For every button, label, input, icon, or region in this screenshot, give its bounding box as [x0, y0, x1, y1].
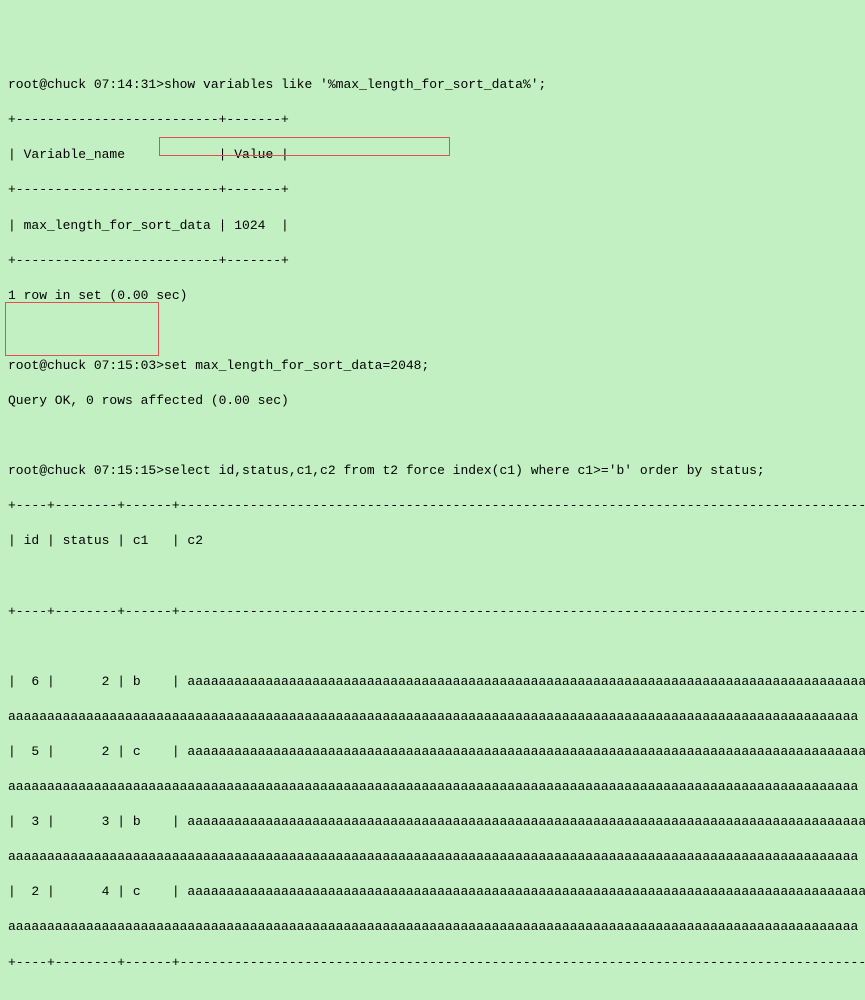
terminal-line: root@chuck 07:14:31>show variables like … [8, 76, 857, 94]
terminal-line: root@chuck 07:15:03>set max_length_for_s… [8, 357, 857, 375]
table-row-wrap: aaaaaaaaaaaaaaaaaaaaaaaaaaaaaaaaaaaaaaaa… [8, 848, 857, 866]
blank-line [8, 322, 857, 340]
table-row: | 3 | 3 | b | aaaaaaaaaaaaaaaaaaaaaaaaaa… [8, 813, 857, 831]
command: show variables like '%max_length_for_sor… [164, 77, 546, 92]
prompt: root@chuck 07:14:31> [8, 77, 164, 92]
blank-line [8, 427, 857, 445]
table-border: +--------------------------+-------+ [8, 252, 857, 270]
table-row: | 6 | 2 | b | aaaaaaaaaaaaaaaaaaaaaaaaaa… [8, 673, 857, 691]
table-header: | Variable_name | Value | [8, 146, 857, 164]
table-border: +--------------------------+-------+ [8, 111, 857, 129]
result-summary: 1 row in set (0.00 sec) [8, 287, 857, 305]
command: select id,status,c1,c2 from t2 force ind… [164, 463, 765, 478]
table-row: | max_length_for_sort_data | 1024 | [8, 217, 857, 235]
table-row: | 2 | 4 | c | aaaaaaaaaaaaaaaaaaaaaaaaaa… [8, 883, 857, 901]
table-header: | id | status | c1 | c2 [8, 532, 857, 550]
table-border: +----+--------+------+------------------… [8, 603, 857, 621]
table-row-wrap: aaaaaaaaaaaaaaaaaaaaaaaaaaaaaaaaaaaaaaaa… [8, 778, 857, 796]
prompt: root@chuck 07:15:03> [8, 358, 164, 373]
table-row: | 5 | 2 | c | aaaaaaaaaaaaaaaaaaaaaaaaaa… [8, 743, 857, 761]
blank-line [8, 638, 857, 656]
blank-line [8, 568, 857, 586]
result-summary: Query OK, 0 rows affected (0.00 sec) [8, 392, 857, 410]
table-border: +--------------------------+-------+ [8, 181, 857, 199]
blank-line [8, 989, 857, 1000]
table-row-wrap: aaaaaaaaaaaaaaaaaaaaaaaaaaaaaaaaaaaaaaaa… [8, 918, 857, 936]
terminal-line: root@chuck 07:15:15>select id,status,c1,… [8, 462, 857, 480]
table-row-wrap: aaaaaaaaaaaaaaaaaaaaaaaaaaaaaaaaaaaaaaaa… [8, 708, 857, 726]
table-border: +----+--------+------+------------------… [8, 954, 857, 972]
command: set max_length_for_sort_data=2048; [164, 358, 429, 373]
prompt: root@chuck 07:15:15> [8, 463, 164, 478]
